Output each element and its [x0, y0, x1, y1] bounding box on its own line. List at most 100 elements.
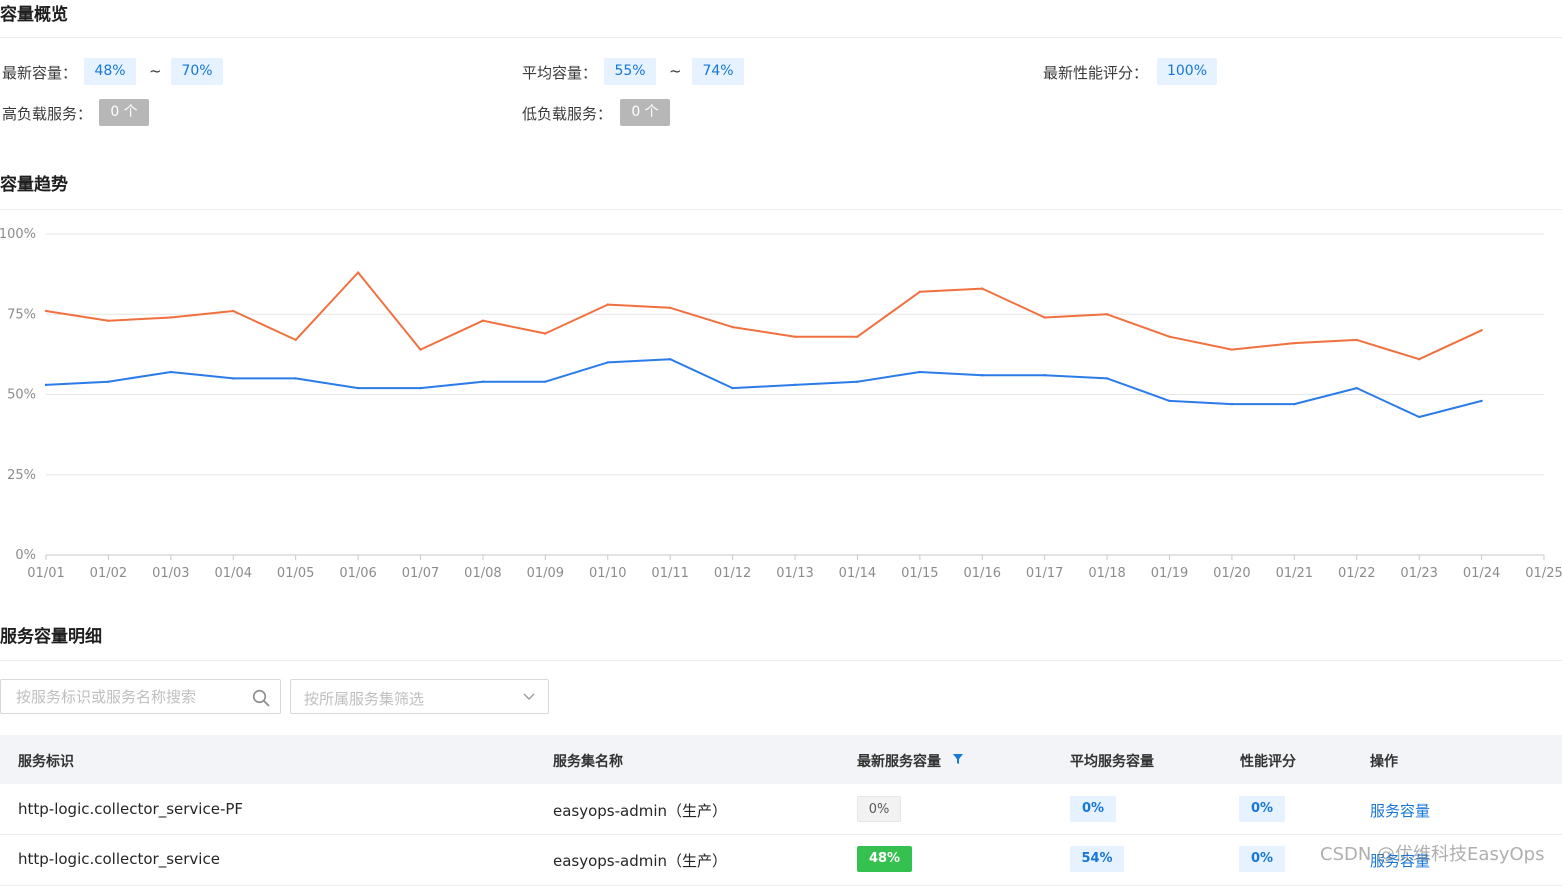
x-tick-label: 01/17 — [1026, 566, 1063, 581]
data-point — [481, 319, 485, 322]
data-point — [1043, 374, 1046, 377]
detail-divider — [0, 660, 1562, 661]
search-input[interactable] — [14, 687, 238, 707]
service-capacity-link[interactable]: 服务容量 — [1370, 800, 1430, 821]
data-point — [1417, 357, 1421, 361]
col-latest-capacity[interactable]: 最新服务容量 — [857, 751, 941, 771]
x-tick-label: 01/12 — [714, 566, 751, 581]
y-tick-label: 25% — [7, 468, 36, 483]
x-tick-label: 01/16 — [964, 566, 1001, 581]
data-point — [294, 338, 297, 342]
y-tick-label: 0% — [15, 548, 36, 563]
x-tick-label: 01/07 — [402, 566, 439, 581]
filter-placeholder: 按所属服务集筛选 — [304, 690, 425, 708]
data-point — [1480, 329, 1483, 332]
table-header: 服务标识 服务集名称 最新服务容量 平均服务容量 性能评分 操作 — [0, 735, 1562, 784]
trend-title: 容量趋势 — [0, 175, 68, 195]
data-point — [107, 380, 110, 383]
service-set-cell: easyops-admin（生产） — [553, 852, 728, 870]
latest-capacity-min-chip: 48% — [84, 58, 136, 85]
x-tick-label: 01/05 — [277, 566, 314, 581]
data-point — [1168, 399, 1171, 403]
high-load-badge[interactable]: 0 个 — [99, 99, 149, 126]
col-service-set: 服务集名称 — [553, 754, 623, 770]
x-tick-label: 01/02 — [90, 566, 127, 581]
table-row: http-logic.collector_service-PF easyops-… — [0, 784, 1562, 835]
service-set-filter-select[interactable]: 按所属服务集筛选 — [290, 679, 549, 714]
perf-score-tag: 0% — [1239, 796, 1285, 822]
high-load-label: 高负载服务： — [2, 105, 93, 123]
x-tick-label: 01/11 — [651, 566, 688, 581]
data-point — [856, 335, 859, 338]
avg-capacity-max-chip: 74% — [692, 58, 744, 85]
filter-icon[interactable] — [952, 753, 964, 765]
col-avg-capacity: 平均服务容量 — [1070, 754, 1154, 770]
detail-title: 服务容量明细 — [0, 627, 102, 647]
data-point — [1230, 402, 1234, 406]
range-separator: ~ — [149, 62, 162, 80]
x-tick-label: 01/15 — [901, 566, 938, 581]
latest-capacity-max-chip: 70% — [171, 58, 223, 85]
latest-capacity-tag: 48% — [857, 846, 912, 872]
x-tick-label: 01/08 — [464, 566, 501, 581]
range-separator: ~ — [669, 62, 682, 80]
x-tick-label: 01/18 — [1088, 566, 1125, 581]
x-tick-label: 01/13 — [776, 566, 813, 581]
col-service-id: 服务标识 — [18, 754, 74, 770]
data-point — [544, 332, 547, 335]
series-line-1 — [45, 358, 1482, 418]
data-point — [668, 306, 672, 310]
x-tick-label: 01/24 — [1463, 566, 1500, 581]
latest-capacity-label: 最新容量： — [2, 64, 78, 82]
data-point — [44, 383, 48, 387]
data-point — [606, 361, 609, 364]
data-point — [232, 309, 235, 313]
data-point — [918, 290, 922, 293]
perf-score-chip: 100% — [1157, 58, 1217, 85]
data-point — [1417, 415, 1421, 419]
capacity-trend-chart[interactable]: 0% 25% 50% 75% 100% 01/01 01/02 01/03 01/04 01/05… — [0, 218, 1562, 590]
chevron-down-icon — [523, 693, 535, 700]
data-point — [44, 309, 48, 313]
data-point — [1293, 402, 1296, 406]
data-point — [169, 370, 173, 374]
search-icon[interactable] — [252, 689, 270, 707]
x-tick-label: 01/20 — [1213, 566, 1250, 581]
data-point — [544, 380, 547, 383]
data-point — [356, 271, 360, 274]
data-point — [107, 319, 110, 322]
series-line-0 — [45, 271, 1483, 361]
avg-capacity-tag: 54% — [1070, 846, 1124, 872]
x-tick-label: 01/06 — [339, 566, 376, 581]
x-tick-label: 01/25 — [1525, 566, 1562, 581]
col-perf-score: 性能评分 — [1240, 754, 1296, 770]
data-point — [1230, 348, 1234, 351]
data-point — [419, 348, 422, 351]
overview-title: 容量概览 — [0, 5, 68, 25]
avg-capacity-label: 平均容量： — [522, 64, 598, 82]
data-point — [419, 386, 422, 390]
low-load-badge[interactable]: 0 个 — [620, 99, 670, 126]
data-point — [169, 316, 173, 319]
data-point — [1355, 338, 1358, 342]
x-tick-label: 01/22 — [1338, 566, 1375, 581]
service-set-cell: easyops-admin（生产） — [553, 802, 728, 820]
avg-capacity-min-chip: 55% — [604, 58, 656, 85]
data-point — [232, 377, 235, 380]
data-point — [481, 380, 485, 383]
data-point — [1480, 399, 1483, 403]
data-point — [731, 325, 734, 329]
data-point — [606, 303, 609, 306]
data-point — [731, 386, 734, 390]
data-point — [981, 287, 984, 290]
y-tick-label: 50% — [7, 388, 36, 403]
data-point — [1105, 377, 1109, 380]
col-actions: 操作 — [1370, 754, 1398, 770]
service-id-cell: http-logic.collector_service — [18, 850, 220, 868]
y-tick-label: 75% — [7, 307, 36, 322]
data-point — [981, 374, 984, 377]
x-tick-label: 01/21 — [1276, 566, 1313, 581]
low-load-label: 低负载服务： — [522, 105, 613, 123]
data-point — [1293, 341, 1296, 345]
x-tick-label: 01/23 — [1400, 566, 1437, 581]
